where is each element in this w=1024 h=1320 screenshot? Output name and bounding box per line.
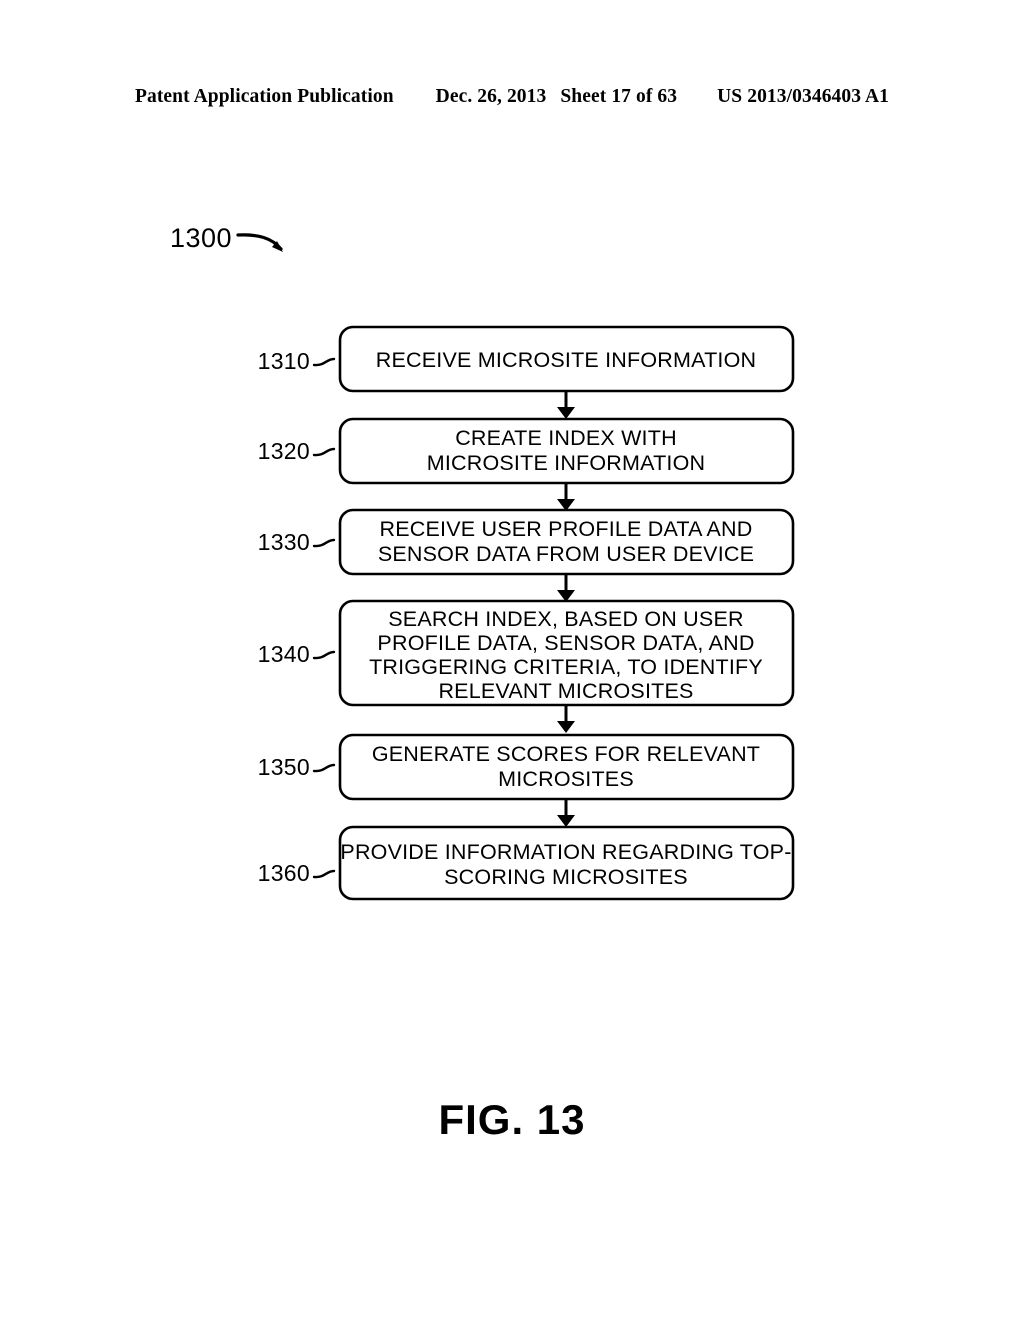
figure-reference-1300: 1300 (170, 223, 232, 253)
step-leader-1310 (312, 357, 336, 367)
step-ref-1310: 1310 (258, 348, 310, 374)
step-text-1360-line2: SCORING MICROSITES (444, 865, 688, 889)
flow-step-1340: 1340 SEARCH INDEX, BASED ON USER PROFILE… (258, 599, 795, 707)
flow-connector-1310-1320 (557, 391, 575, 419)
flow-step-1330: 1330 RECEIVE USER PROFILE DATA AND SENSO… (258, 508, 795, 576)
connector-arrow-head (557, 815, 575, 827)
step-text-1340-line2: PROFILE DATA, SENSOR DATA, AND (377, 631, 754, 655)
step-leader-1350 (312, 763, 336, 773)
flow-connector-1320-1330 (557, 483, 575, 511)
step-text-1350-line2: MICROSITES (498, 767, 634, 791)
step-text-1340-line1: SEARCH INDEX, BASED ON USER (388, 607, 743, 631)
flow-step-1350: 1350 GENERATE SCORES FOR RELEVANT MICROS… (258, 733, 795, 801)
step-leader-1320 (312, 447, 336, 457)
step-leader-1340 (312, 650, 336, 660)
connector-arrow-head (557, 721, 575, 733)
step-ref-1320: 1320 (258, 438, 310, 464)
connector-arrow-head (557, 407, 575, 419)
step-text-1330-line1: RECEIVE USER PROFILE DATA AND (380, 517, 753, 541)
step-text-1360-line1: PROVIDE INFORMATION REGARDING TOP- (340, 840, 791, 864)
step-leader-1330 (312, 538, 336, 548)
step-text-1320-line1: CREATE INDEX WITH (455, 426, 677, 450)
flow-connector-1330-1340 (557, 574, 575, 602)
flow-step-1310: 1310 RECEIVE MICROSITE INFORMATION (258, 325, 795, 393)
flow-connector-1350-1360 (557, 799, 575, 827)
step-text-1330-line2: SENSOR DATA FROM USER DEVICE (378, 542, 754, 566)
step-text-1340-line4: RELEVANT MICROSITES (438, 679, 693, 703)
flow-step-1320: 1320 CREATE INDEX WITH MICROSITE INFORMA… (258, 417, 795, 485)
step-text-1350-line1: GENERATE SCORES FOR RELEVANT (372, 742, 760, 766)
step-ref-1340: 1340 (258, 641, 310, 667)
step-text-1340-line3: TRIGGERING CRITERIA, TO IDENTIFY (369, 655, 763, 679)
step-ref-1350: 1350 (258, 754, 310, 780)
figure-caption: FIG. 13 (438, 1096, 586, 1143)
step-leader-1360 (312, 869, 336, 879)
step-text-1310-line1: RECEIVE MICROSITE INFORMATION (376, 348, 756, 372)
step-ref-1360: 1360 (258, 860, 310, 886)
flow-step-1360: 1360 PROVIDE INFORMATION REGARDING TOP- … (258, 825, 795, 901)
step-text-1320-line2: MICROSITE INFORMATION (427, 451, 706, 475)
flow-connector-1340-1350 (557, 705, 575, 733)
step-ref-1330: 1330 (258, 529, 310, 555)
